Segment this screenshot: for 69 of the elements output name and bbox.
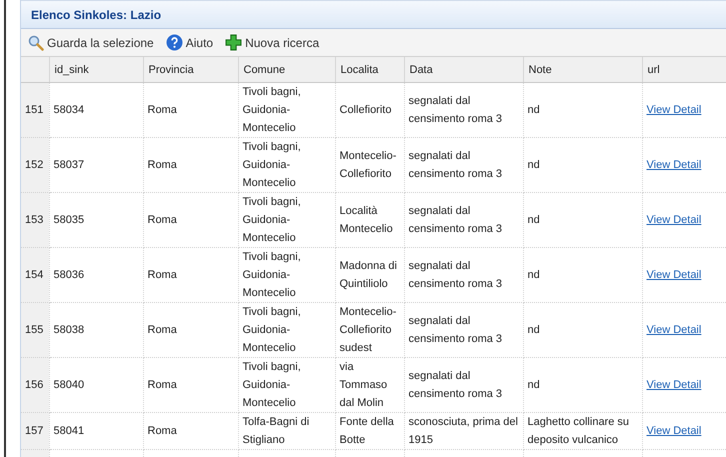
table-cell: Madonna di Quintiliolo — [335, 248, 404, 302]
row-number: 155 — [21, 302, 49, 358]
column-header[interactable]: Data — [404, 57, 523, 82]
table-cell: nd — [523, 358, 642, 412]
table-cell: 58034 — [49, 82, 143, 138]
table-cell: Tivoli bagni, Guidonia-Montecelio — [238, 358, 335, 412]
table-cell: Tolfa-Bagni di Stigliano — [238, 412, 335, 450]
table-cell: segnalati dal censimento roma 3 — [404, 302, 523, 358]
table-cell: nd — [523, 248, 642, 302]
column-header[interactable]: Note — [523, 57, 642, 82]
magnifier-icon — [28, 34, 44, 50]
table-cell: via Tommaso dal Molin — [335, 358, 404, 412]
table-cell: Tivoli bagni, Guidonia-Montecelio — [238, 248, 335, 302]
table-cell: nd — [523, 192, 642, 248]
view-detail-link[interactable]: View Detail — [646, 214, 702, 226]
table-cell: Roma — [143, 302, 238, 358]
toolbar-button[interactable]: Aiuto — [164, 34, 216, 51]
row-number: 156 — [21, 358, 49, 412]
table-cell: Laghetto collinare su deposito vulcanico — [523, 412, 642, 450]
row-number: 151 — [21, 82, 49, 138]
table-cell: Tivoli bagni, Guidonia-Montecelio — [238, 138, 335, 192]
row-number: 153 — [21, 192, 49, 248]
table-cell: 58040 — [49, 358, 143, 412]
table-cell: 58036 — [49, 248, 143, 302]
column-header[interactable]: Localita — [335, 57, 404, 82]
column-header[interactable]: id_sink — [49, 57, 143, 82]
row-number: 154 — [21, 248, 49, 302]
table-cell: nd — [523, 82, 642, 138]
view-detail-link[interactable]: View Detail — [646, 269, 702, 281]
help-icon — [166, 34, 183, 51]
plus-icon — [225, 34, 242, 51]
table-cell: 58041 — [49, 412, 143, 450]
table-cell: Tivoli bagni, Guidonia-Montecelio — [238, 302, 335, 358]
table-cell: sconosciuta, prima del 1915 — [404, 412, 523, 450]
table-cell: 58038 — [49, 302, 143, 358]
table-cell: Roma — [143, 248, 238, 302]
table-cell: Roma — [143, 192, 238, 248]
panel-title: Elenco Sinkoles: Lazio — [31, 8, 162, 22]
table-cell: Tivoli bagni, Guidonia-Montecelio — [238, 82, 335, 138]
table-cell: 58037 — [49, 138, 143, 192]
table-cell: 58035 — [49, 192, 143, 248]
view-detail-link[interactable]: View Detail — [646, 159, 702, 171]
view-detail-link[interactable]: View Detail — [646, 104, 702, 116]
table-cell: nd — [523, 302, 642, 358]
table-cell: segnalati dal censimento roma 3 — [404, 192, 523, 248]
row-number: 152 — [21, 138, 49, 192]
table-cell: Roma — [143, 412, 238, 450]
table-cell: Tivoli bagni, Guidonia-Montecelio — [238, 192, 335, 248]
column-header[interactable]: Comune — [238, 57, 335, 82]
table-cell: segnalati dal censimento roma 3 — [404, 358, 523, 412]
table-cell: Roma — [143, 82, 238, 138]
table-cell: Collefiorito — [335, 82, 404, 138]
column-header[interactable]: url — [642, 57, 726, 82]
toolbar-button[interactable]: Guarda la selezione — [26, 34, 156, 50]
table-cell: Fonte della Botte — [335, 412, 404, 450]
table-cell: segnalati dal censimento roma 3 — [404, 138, 523, 192]
table-cell: nd — [523, 138, 642, 192]
row-number: 157 — [21, 412, 49, 450]
table-cell: Roma — [143, 358, 238, 412]
view-detail-link[interactable]: View Detail — [646, 324, 702, 336]
view-detail-link[interactable]: View Detail — [646, 425, 702, 437]
table-cell: segnalati dal censimento roma 3 — [404, 248, 523, 302]
table-cell: Roma — [143, 138, 238, 192]
table-cell: Montecelio-Collefiorito — [335, 138, 404, 192]
table-cell: Località Montecelio — [335, 192, 404, 248]
column-header[interactable]: Provincia — [143, 57, 238, 82]
toolbar-button[interactable]: Nuova ricerca — [223, 34, 322, 51]
table-cell: segnalati dal censimento roma 3 — [404, 82, 523, 138]
view-detail-link[interactable]: View Detail — [646, 379, 702, 391]
